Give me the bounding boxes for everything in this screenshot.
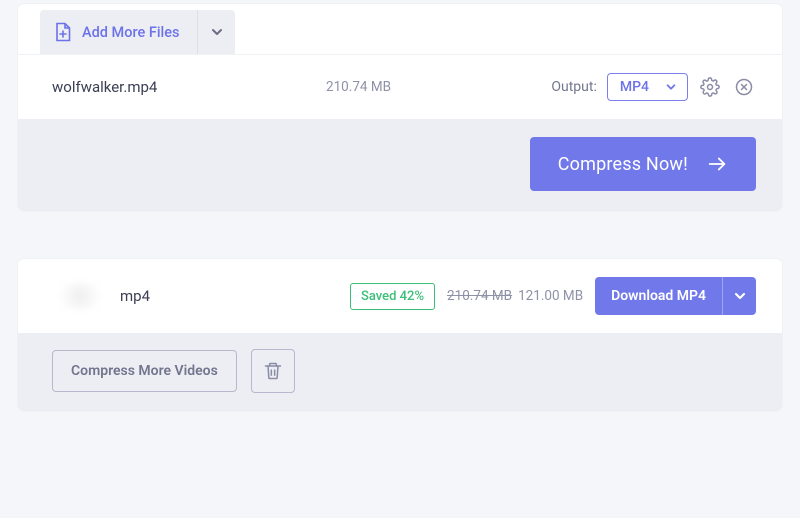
add-files-row: Add More Files bbox=[18, 4, 782, 54]
compress-now-button[interactable]: Compress Now! bbox=[530, 137, 756, 191]
add-files-dropdown[interactable] bbox=[197, 10, 235, 54]
file-name: wolfwalker.mp4 bbox=[52, 78, 312, 96]
add-file-icon bbox=[54, 22, 72, 42]
video-thumbnail bbox=[52, 283, 108, 309]
compress-more-button[interactable]: Compress More Videos bbox=[52, 350, 237, 392]
trash-icon bbox=[263, 361, 283, 381]
compress-now-label: Compress Now! bbox=[558, 154, 688, 175]
file-row: wolfwalker.mp4 210.74 MB Output: MP4 bbox=[18, 54, 782, 119]
result-row: mp4 Saved 42% 210.74 MB 121.00 MB Downlo… bbox=[18, 259, 782, 333]
delete-button[interactable] bbox=[251, 349, 295, 393]
chevron-down-icon bbox=[665, 81, 677, 93]
chevron-down-icon bbox=[733, 289, 747, 303]
size-comparison: 210.74 MB 121.00 MB bbox=[447, 288, 583, 304]
add-more-files-button[interactable]: Add More Files bbox=[40, 10, 197, 54]
arrow-right-icon bbox=[706, 153, 728, 175]
size-after: 121.00 MB bbox=[518, 288, 583, 304]
remove-file-button[interactable] bbox=[732, 75, 756, 99]
output-group: Output: MP4 bbox=[551, 73, 756, 101]
add-more-files-label: Add More Files bbox=[82, 24, 179, 41]
file-size: 210.74 MB bbox=[326, 79, 537, 95]
saved-badge: Saved 42% bbox=[350, 283, 435, 310]
result-file-ext: mp4 bbox=[120, 287, 150, 305]
output-format-select[interactable]: MP4 bbox=[607, 73, 688, 101]
close-circle-icon bbox=[734, 77, 754, 97]
gear-icon bbox=[700, 77, 720, 97]
size-before: 210.74 MB bbox=[447, 288, 512, 304]
download-button[interactable]: Download MP4 bbox=[595, 277, 722, 315]
settings-button[interactable] bbox=[698, 75, 722, 99]
result-card: mp4 Saved 42% 210.74 MB 121.00 MB Downlo… bbox=[18, 259, 782, 411]
download-button-group: Download MP4 bbox=[595, 277, 756, 315]
output-label: Output: bbox=[551, 79, 596, 95]
result-footer: Compress More Videos bbox=[18, 333, 782, 411]
download-dropdown[interactable] bbox=[722, 277, 756, 315]
add-files-button-group: Add More Files bbox=[40, 10, 235, 54]
compress-action-row: Compress Now! bbox=[18, 119, 782, 211]
output-format-value: MP4 bbox=[620, 79, 649, 95]
upload-card: Add More Files wolfwalker.mp4 210.74 MB … bbox=[18, 4, 782, 211]
chevron-down-icon bbox=[210, 25, 224, 39]
